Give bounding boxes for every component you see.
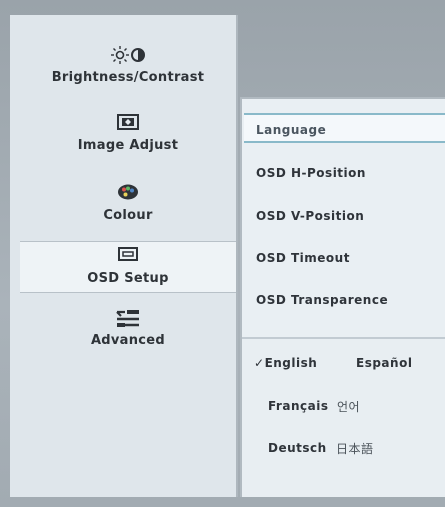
submenu-item-osd-h-position[interactable]: OSD H-Position	[256, 166, 366, 180]
menu-item-osd-setup[interactable]: OSD Setup	[20, 241, 236, 293]
language-option-japanese[interactable]: 日本語	[336, 440, 374, 457]
submenu-item-osd-transparence[interactable]: OSD Transparence	[256, 293, 388, 307]
submenu-item-label: OSD Timeout	[256, 251, 350, 265]
menu-divider	[236, 15, 238, 497]
language-label: Français	[268, 399, 329, 413]
language-label: English	[264, 356, 318, 370]
menu-item-advanced[interactable]: Advanced	[20, 308, 236, 348]
language-label: Español	[356, 356, 413, 370]
menu-item-label: Brightness/Contrast	[51, 70, 205, 85]
image-adjust-icon	[20, 113, 236, 135]
advanced-icon	[20, 308, 236, 330]
language-option-francais[interactable]: Français	[268, 399, 328, 413]
language-option-espanol[interactable]: Español	[356, 356, 412, 370]
menu-item-colour[interactable]: Colour	[20, 183, 236, 223]
colour-icon	[20, 183, 236, 205]
language-option-english[interactable]: ✓English	[254, 356, 317, 370]
menu-item-label: OSD Setup	[87, 271, 169, 286]
language-label: Deutsch	[268, 441, 327, 455]
language-label: 언어	[337, 400, 361, 414]
section-divider	[242, 337, 445, 339]
language-option-deutsch[interactable]: Deutsch	[268, 441, 327, 455]
check-mark-icon: ✓	[254, 356, 265, 370]
language-label: 日本語	[336, 442, 374, 456]
menu-item-image-adjust[interactable]: Image Adjust	[20, 113, 236, 153]
submenu-item-label: OSD H-Position	[256, 166, 366, 180]
language-options: ✓English Español Français 언어 Deutsch 日本語	[240, 337, 445, 497]
language-option-korean[interactable]: 언어	[337, 398, 360, 415]
menu-item-label: Colour	[103, 208, 153, 223]
menu-item-label: Advanced	[90, 333, 166, 348]
osd-setup-submenu: Language OSD H-Position OSD V-Position O…	[240, 97, 445, 337]
submenu-item-label: OSD Transparence	[256, 293, 389, 307]
submenu-item-osd-v-position[interactable]: OSD V-Position	[256, 209, 364, 223]
brightness-contrast-icon	[20, 45, 236, 67]
osd-setup-icon	[20, 246, 236, 268]
submenu-item-label: OSD V-Position	[256, 209, 365, 223]
osd-main-menu: Brightness/Contrast Image Adjust Colour	[10, 15, 238, 497]
menu-item-label: Image Adjust	[77, 138, 179, 153]
submenu-item-osd-timeout[interactable]: OSD Timeout	[256, 251, 350, 265]
submenu-item-label: Language	[256, 123, 327, 137]
submenu-item-language[interactable]: Language	[244, 113, 445, 143]
menu-item-brightness-contrast[interactable]: Brightness/Contrast	[20, 45, 236, 85]
